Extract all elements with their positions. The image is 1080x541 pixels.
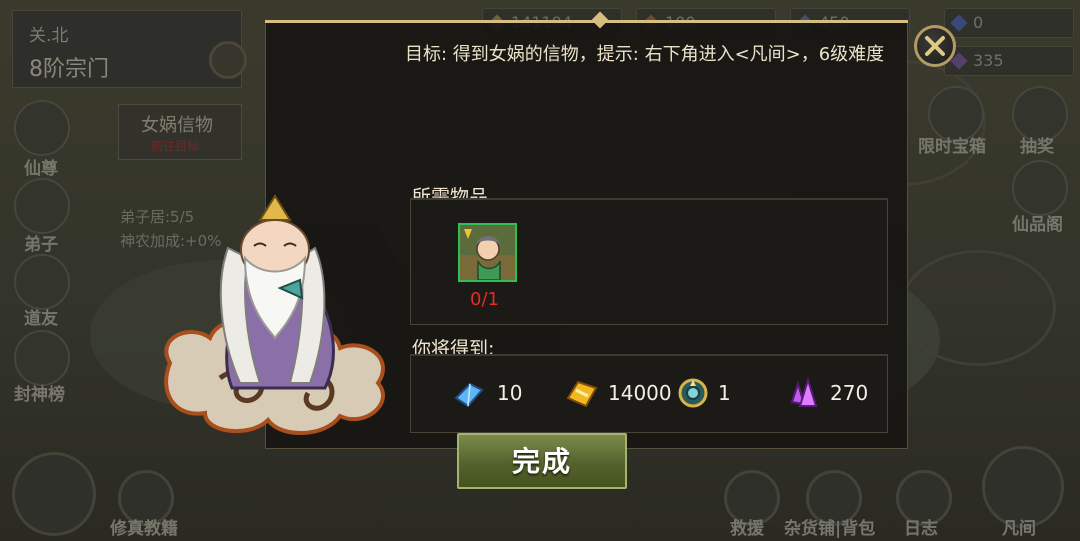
right-menu-label: 仙品阁 <box>1012 215 1063 235</box>
resource-blue-gem[interactable]: 0 <box>944 8 1074 38</box>
resource-value: 335 <box>973 51 1004 70</box>
deity-list-button[interactable] <box>14 330 70 386</box>
required-item-slot[interactable] <box>458 223 517 282</box>
purple-crystal-icon <box>790 376 818 407</box>
cloud-swirl <box>900 250 1056 366</box>
quest-tracker[interactable]: 女娲信物 前往目标 <box>118 104 242 160</box>
stage-info[interactable]: 关.北 8阶宗门 <box>12 10 247 88</box>
reward-amount: 1 <box>718 381 731 405</box>
required-item-count: 0/1 <box>470 289 499 310</box>
hammer-button[interactable] <box>12 452 96 536</box>
immortal-lord-button[interactable] <box>14 100 70 156</box>
disciples-button[interactable] <box>14 178 70 234</box>
resource-purple-gem[interactable]: 335 <box>944 46 1074 76</box>
sage-on-cloud-illustration <box>164 194 385 435</box>
reward-amount: 270 <box>830 381 869 405</box>
blue-gem-icon <box>950 14 968 32</box>
reward-amount: 14000 <box>608 381 672 405</box>
bottom-menu-label: 救援 <box>730 519 764 539</box>
nuwa-token-portrait-icon <box>460 225 515 280</box>
sect-rank: 8阶宗门 <box>29 57 109 82</box>
bottom-menu-label: 凡间 <box>1002 519 1036 539</box>
blue-crystal-icon <box>454 382 484 408</box>
quest-tag: 前往目标 <box>151 139 200 153</box>
bottom-menu-label: 杂货铺|背包 <box>784 519 876 539</box>
compass-orb-icon <box>678 378 708 408</box>
friends-button[interactable] <box>14 254 70 310</box>
quest-goal-text: 目标: 得到女娲的信物，提示: 右下角进入<凡间>，6级难度 <box>405 44 885 65</box>
right-menu-label: 抽奖 <box>1020 137 1054 157</box>
left-menu-label: 弟子 <box>24 235 58 255</box>
reward-amount: 10 <box>497 381 523 405</box>
left-menu-label: 道友 <box>24 309 58 329</box>
quest-title: 女娲信物 <box>141 115 213 136</box>
resource-value: 0 <box>973 13 984 32</box>
treasure-pavilion-button[interactable] <box>1012 160 1068 216</box>
complete-button[interactable]: 完成 <box>457 433 627 489</box>
close-icon <box>925 36 945 56</box>
left-menu-label: 封神榜 <box>14 385 65 405</box>
left-menu-label: 仙尊 <box>24 159 58 179</box>
sect-emblem-icon <box>209 41 247 79</box>
bottom-menu-label: 日志 <box>904 519 938 539</box>
right-menu-label: 限时宝箱 <box>918 137 986 157</box>
bottom-menu-label: 修真教籍 <box>110 519 178 539</box>
close-button[interactable] <box>914 25 956 67</box>
region-label: 关.北 <box>29 26 69 46</box>
dialog-top-border <box>265 20 908 23</box>
gold-ingot-icon <box>566 380 598 408</box>
